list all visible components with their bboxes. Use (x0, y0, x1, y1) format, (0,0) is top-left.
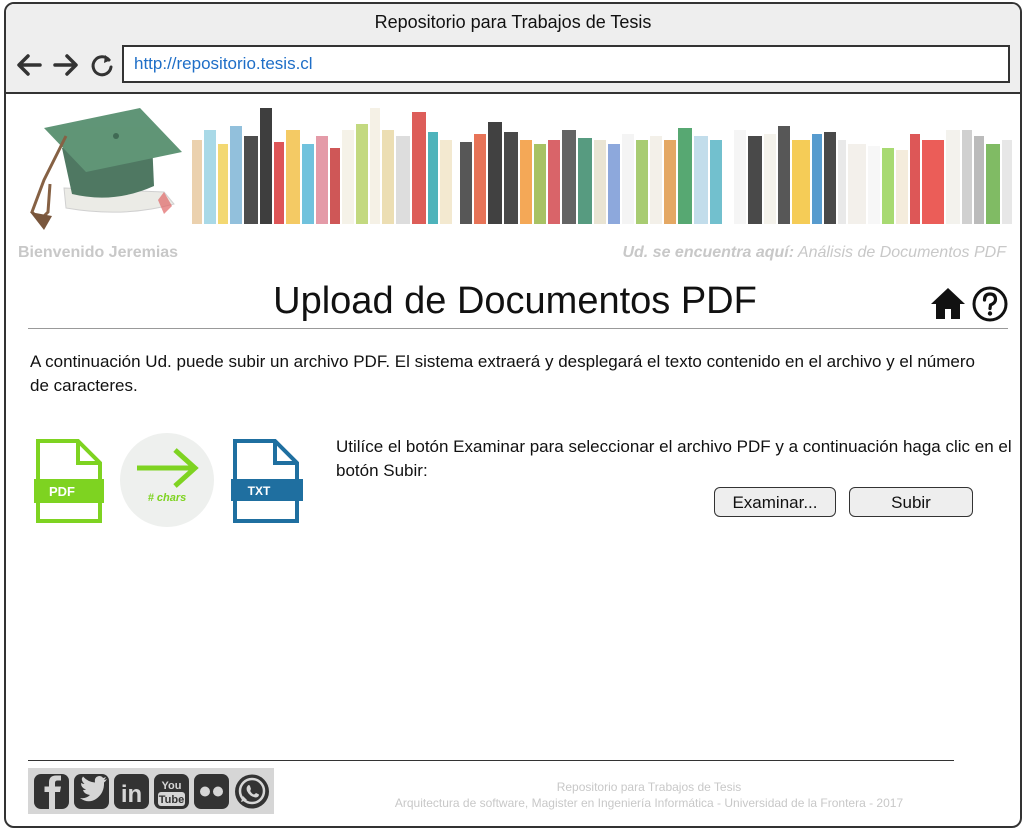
youtube-text-top: You (162, 780, 182, 792)
welcome-message: Bienvenido Jeremias (18, 244, 179, 261)
pdf-file-icon: PDF (34, 439, 104, 523)
flickr-icon[interactable] (194, 774, 229, 809)
banner-image (30, 108, 1012, 230)
books-row (192, 108, 1012, 224)
youtube-text-bottom: Tube (159, 794, 184, 806)
whatsapp-icon[interactable] (235, 774, 269, 809)
home-icon[interactable] (930, 286, 966, 320)
intro-text: A continuación Ud. puede subir un archiv… (30, 352, 975, 395)
twitter-icon[interactable] (74, 774, 109, 809)
footer-divider (28, 760, 954, 761)
help-icon[interactable] (972, 286, 1008, 322)
back-icon[interactable] (16, 52, 42, 78)
examinar-button[interactable]: Examinar... (714, 487, 836, 517)
txt-file-icon: TXT (231, 439, 303, 523)
footer-site-name: Repositorio para Trabajos de Tesis (556, 780, 742, 794)
breadcrumb-current: Análisis de Documentos PDF (797, 244, 1006, 261)
txt-icon-label: TXT (248, 484, 271, 498)
reload-icon[interactable] (89, 52, 115, 78)
convert-arrow-icon: # chars (120, 433, 214, 527)
page-title: Upload de Documentos PDF (273, 280, 757, 322)
breadcrumb: Ud. se encuentra aquí: Análisis de Docum… (622, 244, 1006, 262)
subir-button[interactable]: Subir (849, 487, 973, 517)
linkedin-icon[interactable]: in (114, 774, 149, 809)
pdf-icon-label: PDF (49, 484, 75, 499)
forward-icon[interactable] (53, 52, 79, 78)
browser-window: Repositorio para Trabajos de Tesis http:… (4, 2, 1022, 828)
facebook-icon[interactable] (34, 774, 69, 809)
youtube-icon[interactable]: You Tube (154, 774, 189, 809)
social-links: in You Tube (28, 768, 274, 814)
title-divider (28, 328, 1008, 329)
footer-credits: Arquitectura de software, Magister en In… (394, 796, 904, 810)
linkedin-text: in (121, 781, 142, 808)
chars-label: # chars (148, 492, 187, 504)
upload-instructions: Utilíce el botón Examinar para seleccion… (336, 437, 1012, 480)
breadcrumb-label: Ud. se encuentra aquí: (622, 244, 795, 261)
graduation-cap-icon (30, 108, 182, 230)
browser-toolbar: http://repositorio.tesis.cl (6, 40, 1020, 94)
url-input[interactable]: http://repositorio.tesis.cl (122, 45, 1010, 83)
window-title: Repositorio para Trabajos de Tesis (6, 4, 1020, 40)
